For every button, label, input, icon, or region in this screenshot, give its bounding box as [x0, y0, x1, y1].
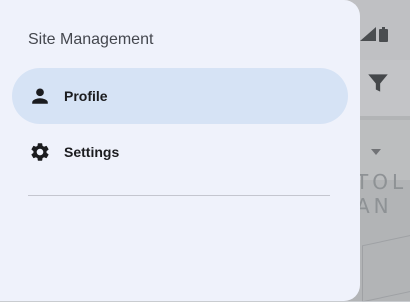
nav-item-label: Settings	[64, 144, 120, 160]
drawer-headline: Site Management	[28, 31, 154, 48]
gear-icon	[28, 140, 52, 164]
nav-item-profile[interactable]: Profile	[12, 68, 348, 124]
navigation-drawer: Site Management Profile Settings	[0, 0, 360, 301]
drawer-divider	[28, 195, 330, 196]
nav-item-label: Profile	[64, 88, 108, 104]
nav-item-settings[interactable]: Settings	[12, 124, 348, 180]
person-icon	[28, 84, 52, 108]
